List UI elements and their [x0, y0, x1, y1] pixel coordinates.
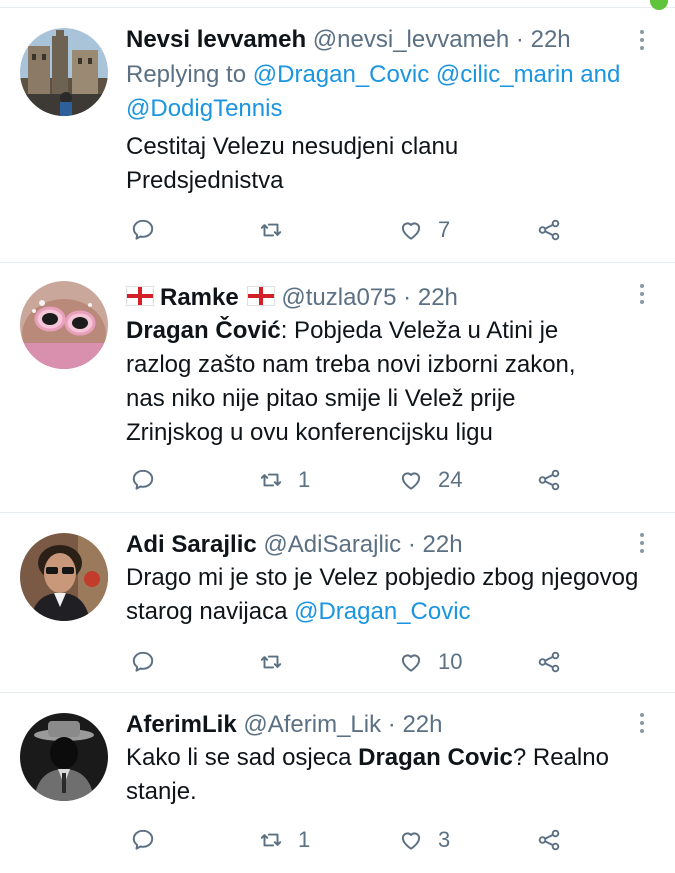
- reply-context: Replying to @Dragan_Covic @cilic_marin a…: [126, 58, 656, 126]
- reply-button[interactable]: [130, 645, 156, 679]
- tweet-text: Drago mi je sto je Velez pobjedio zbog n…: [126, 561, 646, 629]
- timestamp[interactable]: 22h: [402, 711, 442, 738]
- tweet-mention[interactable]: @Dragan_Covic: [294, 598, 470, 625]
- user-handle[interactable]: @tuzla075: [281, 284, 396, 311]
- display-name[interactable]: Ramke: [160, 284, 239, 311]
- more-vertical-icon[interactable]: [636, 30, 648, 56]
- heart-icon: [401, 654, 421, 672]
- tweet[interactable]: AferimLik @Aferim_Lik · 22h Kako li se s…: [0, 693, 675, 873]
- separator: ·: [387, 711, 396, 738]
- avatar[interactable]: [20, 713, 108, 801]
- display-name[interactable]: Adi Sarajlic: [126, 531, 257, 558]
- reply-icon: [132, 219, 154, 240]
- display-name[interactable]: Nevsi levvameh: [126, 26, 306, 53]
- retweet-button[interactable]: [258, 213, 298, 247]
- tweet-header: Nevsi levvameh @nevsi_levvameh · 22h: [126, 25, 571, 55]
- like-button[interactable]: 24: [398, 463, 462, 497]
- reply-icon: [132, 829, 154, 850]
- separator: ·: [407, 531, 416, 558]
- share-button[interactable]: [536, 645, 562, 679]
- tweet-text: Cestitaj Velezu nesudjeni clanu Predsjed…: [126, 130, 546, 198]
- avatar[interactable]: [20, 28, 108, 116]
- tweet-text-content: Drago mi je sto je Velez pobjedio zbog n…: [126, 561, 646, 629]
- retweet-count: 1: [298, 467, 311, 492]
- display-name[interactable]: AferimLik: [126, 711, 237, 738]
- user-handle[interactable]: @AdiSarajlic: [263, 531, 401, 558]
- like-count: 3: [438, 827, 451, 852]
- reply-icon: [132, 469, 154, 490]
- avatar[interactable]: [20, 533, 108, 621]
- share-icon: [538, 829, 560, 851]
- heart-icon: [401, 832, 421, 850]
- avatar-image: [20, 28, 108, 116]
- reply-icon: [132, 651, 154, 672]
- share-icon: [538, 651, 560, 673]
- retweet-icon: [260, 833, 282, 847]
- share-button[interactable]: [536, 463, 562, 497]
- share-icon: [538, 469, 560, 491]
- reply-button[interactable]: [130, 213, 156, 247]
- more-vertical-icon[interactable]: [636, 533, 648, 559]
- reply-and[interactable]: and: [580, 61, 620, 88]
- retweet-button[interactable]: [258, 645, 298, 679]
- retweet-icon: [260, 223, 282, 237]
- england-flag-icon: [126, 286, 154, 306]
- tweet-text: Dragan Čović: Pobjeda Veleža u Atini je …: [126, 314, 596, 450]
- tweet[interactable]: Adi Sarajlic @AdiSarajlic · 22h Drago mi…: [0, 513, 675, 693]
- heart-icon: [401, 222, 421, 240]
- reply-mention-last[interactable]: @DodigTennis: [126, 95, 282, 122]
- reply-button[interactable]: [130, 463, 156, 497]
- tweet-header: Adi Sarajlic @AdiSarajlic · 22h: [126, 530, 463, 560]
- tweet-text-content: Kako li se sad osjeca Dragan Covic? Real…: [126, 741, 646, 809]
- tweet-text-content: Dragan Čović: Pobjeda Veleža u Atini je …: [126, 314, 596, 450]
- tweet-text-start: Kako li se sad osjeca: [126, 744, 359, 771]
- retweet-count: 1: [298, 827, 311, 852]
- more-vertical-icon[interactable]: [636, 284, 648, 310]
- like-count: 24: [438, 467, 463, 492]
- mention-name: Dragan Čović: [126, 317, 281, 344]
- separator: ·: [403, 284, 412, 311]
- timestamp[interactable]: 22h: [531, 26, 571, 53]
- user-handle[interactable]: @Aferim_Lik: [243, 711, 381, 738]
- mention-name: Dragan Covic: [358, 744, 513, 771]
- reply-prefix: Replying to: [126, 61, 247, 88]
- avatar-image: [20, 281, 108, 369]
- tweet[interactable]: Ramke @tuzla075 · 22h Dragan Čović: Pobj…: [0, 263, 675, 513]
- tweet-actions: 1 24: [126, 463, 646, 497]
- reply-mentions[interactable]: @Dragan_Covic @cilic_marin: [253, 61, 574, 88]
- heart-icon: [401, 472, 421, 490]
- top-divider: [0, 0, 675, 8]
- avatar-image: [20, 533, 108, 621]
- retweet-button[interactable]: 1: [258, 823, 310, 857]
- tweet-text-content: Cestitaj Velezu nesudjeni clanu Predsjed…: [126, 133, 459, 194]
- england-flag-icon: [246, 286, 275, 306]
- like-button[interactable]: 3: [398, 823, 450, 857]
- retweet-button[interactable]: 1: [258, 463, 310, 497]
- separator: ·: [515, 26, 524, 53]
- more-vertical-icon[interactable]: [636, 713, 648, 739]
- avatar-image: [20, 713, 108, 801]
- like-count: 10: [438, 649, 463, 674]
- user-handle[interactable]: @nevsi_levvameh: [313, 26, 509, 53]
- retweet-icon: [260, 473, 282, 487]
- tweet-actions: 7: [126, 213, 646, 247]
- retweet-icon: [260, 655, 282, 669]
- like-button[interactable]: 7: [398, 213, 450, 247]
- tweet-actions: 1 3: [126, 823, 646, 857]
- timestamp[interactable]: 22h: [423, 531, 463, 558]
- avatar[interactable]: [20, 281, 108, 369]
- share-button[interactable]: [536, 823, 562, 857]
- share-button[interactable]: [536, 213, 562, 247]
- tweet[interactable]: Nevsi levvameh @nevsi_levvameh · 22h Rep…: [0, 8, 675, 263]
- tweet-header: Ramke @tuzla075 · 22h: [126, 283, 458, 313]
- reply-button[interactable]: [130, 823, 156, 857]
- share-icon: [538, 219, 560, 241]
- like-count: 7: [438, 217, 451, 242]
- tweet-header: AferimLik @Aferim_Lik · 22h: [126, 710, 443, 740]
- tweet-text: Kako li se sad osjeca Dragan Covic? Real…: [126, 741, 646, 809]
- like-button[interactable]: 10: [398, 645, 462, 679]
- timestamp[interactable]: 22h: [418, 284, 458, 311]
- tweet-actions: 10: [126, 645, 646, 679]
